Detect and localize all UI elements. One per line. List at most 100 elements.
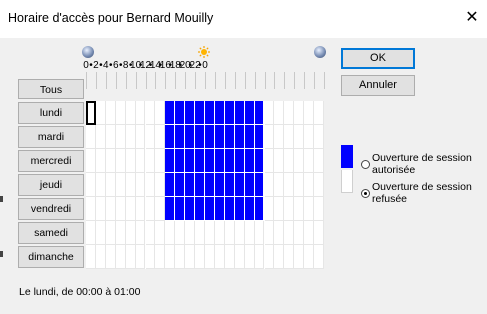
schedule-cell[interactable] bbox=[254, 125, 265, 149]
schedule-cell[interactable] bbox=[135, 221, 146, 245]
schedule-cell[interactable] bbox=[155, 221, 166, 245]
schedule-cell[interactable] bbox=[115, 221, 126, 245]
schedule-cell[interactable] bbox=[294, 173, 305, 197]
schedule-cell[interactable] bbox=[95, 125, 106, 149]
schedule-cell[interactable] bbox=[135, 149, 146, 173]
schedule-cell[interactable] bbox=[264, 197, 275, 221]
schedule-cell[interactable] bbox=[195, 197, 205, 221]
schedule-cell[interactable] bbox=[284, 197, 295, 221]
schedule-cell[interactable] bbox=[125, 221, 136, 245]
schedule-cell[interactable] bbox=[314, 221, 324, 245]
schedule-cell[interactable] bbox=[234, 125, 245, 149]
schedule-cell[interactable] bbox=[304, 221, 315, 245]
schedule-cell[interactable] bbox=[125, 245, 136, 269]
schedule-cell[interactable] bbox=[175, 173, 186, 197]
schedule-cell[interactable] bbox=[86, 197, 96, 221]
schedule-cell[interactable] bbox=[185, 221, 196, 245]
schedule-cell[interactable] bbox=[264, 245, 275, 269]
schedule-cell[interactable] bbox=[195, 149, 205, 173]
day-button-dimanche[interactable]: dimanche bbox=[18, 246, 84, 268]
schedule-cell[interactable] bbox=[135, 245, 146, 269]
schedule-cell[interactable] bbox=[86, 221, 96, 245]
schedule-cell[interactable] bbox=[205, 125, 215, 149]
schedule-cell[interactable] bbox=[165, 149, 176, 173]
schedule-cell[interactable] bbox=[145, 221, 156, 245]
schedule-cell[interactable] bbox=[195, 245, 205, 269]
schedule-cell[interactable] bbox=[175, 149, 186, 173]
schedule-cell[interactable] bbox=[205, 221, 215, 245]
schedule-cell[interactable] bbox=[185, 173, 196, 197]
schedule-cell[interactable] bbox=[264, 221, 275, 245]
schedule-cell[interactable] bbox=[145, 101, 156, 125]
schedule-cell[interactable] bbox=[214, 101, 225, 125]
schedule-cell[interactable] bbox=[244, 245, 255, 269]
schedule-cell[interactable] bbox=[224, 101, 235, 125]
schedule-cell[interactable] bbox=[224, 125, 235, 149]
schedule-cell[interactable] bbox=[175, 245, 186, 269]
schedule-cell[interactable] bbox=[284, 101, 295, 125]
schedule-cell[interactable] bbox=[165, 197, 176, 221]
close-icon[interactable]: ✕ bbox=[463, 9, 481, 27]
schedule-cell[interactable] bbox=[304, 149, 315, 173]
schedule-cell[interactable] bbox=[135, 173, 146, 197]
schedule-cell[interactable] bbox=[234, 173, 245, 197]
schedule-cell[interactable] bbox=[185, 245, 196, 269]
ok-button[interactable]: OK bbox=[341, 48, 415, 69]
schedule-cell[interactable] bbox=[244, 197, 255, 221]
schedule-cell[interactable] bbox=[304, 125, 315, 149]
schedule-cell[interactable] bbox=[95, 245, 106, 269]
schedule-cell[interactable] bbox=[284, 149, 295, 173]
schedule-cell[interactable] bbox=[155, 149, 166, 173]
schedule-cell[interactable] bbox=[294, 221, 305, 245]
schedule-cell[interactable] bbox=[165, 245, 176, 269]
schedule-cell[interactable] bbox=[185, 197, 196, 221]
schedule-cell[interactable] bbox=[214, 125, 225, 149]
schedule-cell[interactable] bbox=[294, 197, 305, 221]
schedule-cell[interactable] bbox=[274, 101, 285, 125]
radio-denied[interactable] bbox=[361, 189, 370, 198]
day-button-vendredi[interactable]: vendredi bbox=[18, 198, 84, 220]
schedule-cell[interactable] bbox=[284, 173, 295, 197]
schedule-cell[interactable] bbox=[105, 221, 116, 245]
day-button-mercredi[interactable]: mercredi bbox=[18, 150, 84, 172]
schedule-cell[interactable] bbox=[86, 101, 96, 125]
schedule-cell[interactable] bbox=[274, 149, 285, 173]
schedule-cell[interactable] bbox=[314, 101, 324, 125]
schedule-cell[interactable] bbox=[254, 197, 265, 221]
schedule-cell[interactable] bbox=[155, 245, 166, 269]
schedule-cell[interactable] bbox=[125, 125, 136, 149]
schedule-cell[interactable] bbox=[115, 101, 126, 125]
schedule-cell[interactable] bbox=[264, 173, 275, 197]
schedule-cell[interactable] bbox=[224, 197, 235, 221]
schedule-cell[interactable] bbox=[264, 101, 275, 125]
schedule-cell[interactable] bbox=[314, 149, 324, 173]
schedule-cell[interactable] bbox=[105, 101, 116, 125]
schedule-cell[interactable] bbox=[214, 173, 225, 197]
schedule-cell[interactable] bbox=[244, 221, 255, 245]
schedule-cell[interactable] bbox=[234, 149, 245, 173]
schedule-cell[interactable] bbox=[205, 173, 215, 197]
schedule-cell[interactable] bbox=[254, 221, 265, 245]
schedule-cell[interactable] bbox=[115, 149, 126, 173]
schedule-cell[interactable] bbox=[284, 125, 295, 149]
schedule-cell[interactable] bbox=[185, 101, 196, 125]
schedule-cell[interactable] bbox=[105, 173, 116, 197]
schedule-cell[interactable] bbox=[155, 125, 166, 149]
schedule-cell[interactable] bbox=[294, 101, 305, 125]
day-button-lundi[interactable]: lundi bbox=[18, 102, 84, 124]
schedule-cell[interactable] bbox=[86, 125, 96, 149]
schedule-cell[interactable] bbox=[155, 101, 166, 125]
schedule-cell[interactable] bbox=[175, 197, 186, 221]
schedule-cell[interactable] bbox=[234, 221, 245, 245]
schedule-cell[interactable] bbox=[234, 197, 245, 221]
schedule-cell[interactable] bbox=[135, 197, 146, 221]
day-button-samedi[interactable]: samedi bbox=[18, 222, 84, 244]
schedule-cell[interactable] bbox=[284, 221, 295, 245]
schedule-cell[interactable] bbox=[175, 221, 186, 245]
schedule-cell[interactable] bbox=[95, 149, 106, 173]
schedule-cell[interactable] bbox=[95, 197, 106, 221]
schedule-cell[interactable] bbox=[115, 173, 126, 197]
schedule-cell[interactable] bbox=[254, 173, 265, 197]
schedule-cell[interactable] bbox=[234, 245, 245, 269]
schedule-cell[interactable] bbox=[145, 245, 156, 269]
